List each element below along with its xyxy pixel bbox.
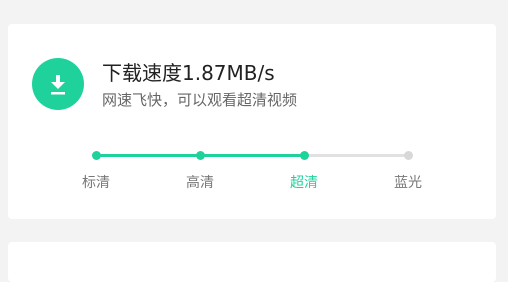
speed-description: 网速飞快，可以观看超清视频 [102,91,298,109]
quality-dot-sd[interactable] [91,151,101,160]
download-speed-title: 下载速度1.87MB/s [102,61,275,85]
quality-option-uhd[interactable]: 超清 [274,174,334,192]
next-card [8,242,496,282]
quality-dot-hd[interactable] [195,151,205,160]
quality-dot-uhd[interactable] [299,151,309,160]
quality-slider-track[interactable] [96,154,408,157]
quality-option-bluray[interactable]: 蓝光 [378,174,438,192]
quality-dot-bluray[interactable] [403,151,413,160]
quality-option-hd[interactable]: 高清 [170,174,230,192]
download-icon [32,58,84,110]
quality-option-sd[interactable]: 标清 [66,174,126,192]
